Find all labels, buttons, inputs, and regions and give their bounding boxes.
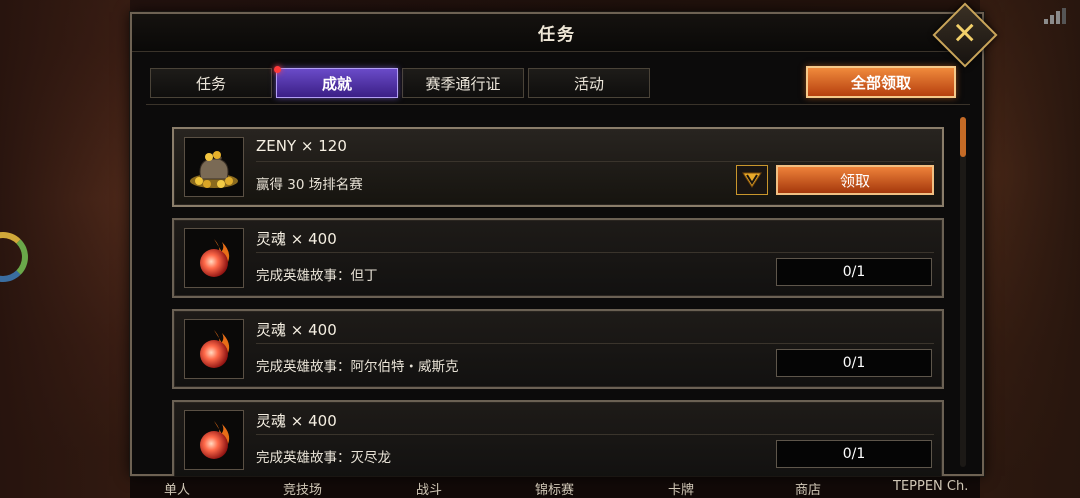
nav-tournament[interactable]: 锦标赛: [535, 479, 574, 498]
claim-all-button[interactable]: 全部领取: [806, 66, 956, 98]
nav-cards[interactable]: 卡牌: [668, 479, 694, 498]
soul-orb-icon: [184, 410, 244, 470]
list-item: 灵魂 × 400 完成英雄故事：灭尽龙 0/1: [172, 400, 944, 476]
divider: [256, 343, 934, 344]
tab-events[interactable]: 活动: [528, 68, 650, 98]
scrollbar[interactable]: [960, 117, 966, 467]
tab-achievements[interactable]: 成就: [274, 66, 398, 98]
progress-indicator: 0/1: [776, 440, 932, 468]
tab-missions[interactable]: 任务: [150, 68, 272, 98]
panel-header: 任务: [132, 14, 982, 52]
mission-description: 完成英雄故事：灭尽龙: [256, 450, 391, 466]
claim-button[interactable]: 领取: [776, 165, 934, 195]
notification-dot-icon: [274, 66, 281, 73]
reward-label: 灵魂 × 400: [256, 412, 337, 430]
mission-description: 完成英雄故事：但丁: [256, 268, 378, 284]
soul-orb-icon: [184, 228, 244, 288]
nav-shop[interactable]: 商店: [795, 479, 821, 498]
signal-strength-icon: [1044, 8, 1066, 24]
bottom-nav: 单人 竞技场 战斗 锦标赛 卡牌 商店 TEPPEN Ch.: [0, 476, 1080, 498]
reward-label: 灵魂 × 400: [256, 321, 337, 339]
progress-indicator: 0/1: [776, 349, 932, 377]
nav-battle[interactable]: 战斗: [416, 479, 442, 498]
reward-label: ZENY × 120: [256, 137, 347, 155]
panel-title: 任务: [538, 25, 576, 45]
close-icon: ✕: [952, 16, 978, 52]
mission-description: 赢得 30 场排名赛: [256, 177, 363, 193]
list-item: ZENY × 120 赢得 30 场排名赛 领取: [172, 127, 944, 207]
achievement-list[interactable]: ZENY × 120 赢得 30 场排名赛 领取 灵魂 × 400 完成英雄故事…: [146, 104, 970, 476]
nav-arena[interactable]: 竞技场: [283, 479, 322, 498]
tab-season-pass[interactable]: 赛季通行证: [402, 68, 524, 98]
soul-orb-icon: [184, 319, 244, 379]
mission-panel: 任务 ✕ 任务 成就 赛季通行证 活动 全部领取 ZENY × 120 赢得 3…: [130, 2, 998, 476]
tab-bar: 任务 成就 赛季通行证 活动: [150, 66, 650, 98]
divider: [256, 434, 934, 435]
scrollbar-thumb[interactable]: [960, 117, 966, 157]
chevron-down-icon: [742, 172, 762, 188]
background-right: [980, 0, 1080, 498]
nav-teppen-channel[interactable]: TEPPEN Ch.: [893, 479, 968, 494]
divider: [256, 161, 934, 162]
list-item: 灵魂 × 400 完成英雄故事：但丁 0/1: [172, 218, 944, 298]
gold-coin-bag-icon: [184, 137, 244, 197]
expand-button[interactable]: [736, 165, 768, 195]
progress-indicator: 0/1: [776, 258, 932, 286]
list-item: 灵魂 × 400 完成英雄故事：阿尔伯特・威斯克 0/1: [172, 309, 944, 389]
nav-solo[interactable]: 单人: [164, 479, 190, 498]
reward-label: 灵魂 × 400: [256, 230, 337, 248]
mission-description: 完成英雄故事：阿尔伯特・威斯克: [256, 359, 459, 375]
divider: [256, 252, 934, 253]
